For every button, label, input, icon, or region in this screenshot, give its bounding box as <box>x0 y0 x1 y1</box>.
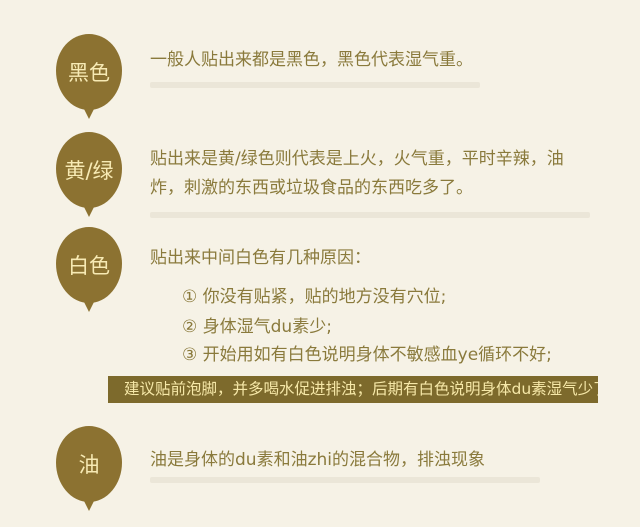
description-white: 贴出来中间白色有几种原因： <box>150 248 371 268</box>
label-white: 白色 <box>68 254 110 278</box>
faded-watermark-line <box>150 477 540 483</box>
label-bubble-white: 白色 <box>56 227 122 312</box>
description-black: 一般人贴出来都是黑色，黑色代表湿气重。 <box>150 50 473 70</box>
reason-item: ② 身体湿气du素少; <box>182 317 332 337</box>
label-yellow-green: 黄/绿 <box>64 159 114 183</box>
description-oil: 油是身体的du素和油zhi的混合物，排浊现象 <box>150 450 485 470</box>
label-black: 黑色 <box>68 61 110 85</box>
faded-watermark-line <box>150 82 480 88</box>
description-yellow-green: 贴出来是黄/绿色则代表是上火，火气重，平时辛辣，油炸，刺激的东西或垃圾食品的东西… <box>150 149 564 198</box>
reason-item: ③ 开始用如有白色说明身体不敏感血ye循环不好; <box>182 345 552 365</box>
label-oil: 油 <box>78 453 100 477</box>
label-bubble-yellow-green: 黄/绿 <box>56 132 122 217</box>
advice-banner: 建议贴前泡脚，并多喝水促进排浊；后期有白色说明身体du素湿气少了 <box>108 376 598 403</box>
label-bubble-black: 黑色 <box>56 34 122 119</box>
reason-item: ① 你没有贴紧，贴的地方没有穴位; <box>182 287 447 307</box>
label-bubble-oil: 油 <box>56 426 122 511</box>
faded-watermark-line <box>150 212 590 218</box>
